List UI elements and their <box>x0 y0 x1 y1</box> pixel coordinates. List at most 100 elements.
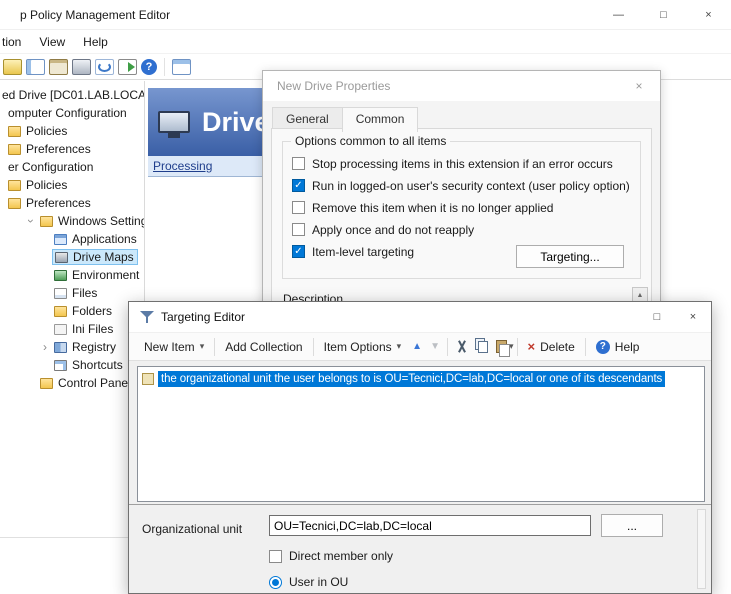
close-button[interactable]: × <box>686 0 731 30</box>
checkbox[interactable]: ✓ <box>292 179 305 192</box>
tree-item-user-configuration[interactable]: er Configuration <box>0 158 144 176</box>
item-options-button[interactable]: Item Options ▾ <box>317 336 409 358</box>
clipboard-icon[interactable] <box>49 59 68 75</box>
tree-item-files[interactable]: Files <box>0 284 144 302</box>
add-collection-label: Add Collection <box>225 340 302 354</box>
menu-help[interactable]: Help <box>74 32 117 52</box>
targeting-toolbar: New Item ▾ Add Collection Item Options ▾… <box>129 333 711 361</box>
minimize-button[interactable]: — <box>596 0 641 30</box>
folder-icon <box>8 144 21 155</box>
user-in-ou-option[interactable]: User in OU <box>269 575 348 589</box>
maximize-icon: □ <box>660 9 667 21</box>
option-label: Apply once and do not reapply <box>312 223 474 237</box>
targeting-button[interactable]: Targeting... <box>516 245 624 268</box>
drive-monitor-icon <box>158 111 190 133</box>
radio-button[interactable] <box>269 576 282 589</box>
check-icon: ✓ <box>294 247 302 257</box>
tab-common[interactable]: Common <box>342 107 419 132</box>
maximize-button[interactable]: □ <box>641 0 686 30</box>
applications-icon <box>54 234 67 245</box>
move-up-icon[interactable]: ▲ <box>408 338 426 355</box>
checkbox[interactable]: ✓ <box>292 223 305 236</box>
tree-item-label: Preferences <box>26 142 91 156</box>
targeting-list-item[interactable]: the organizational unit the user belongs… <box>138 369 704 388</box>
add-collection-button[interactable]: Add Collection <box>218 336 309 358</box>
folder-icon <box>8 198 21 209</box>
files-icon <box>54 288 67 299</box>
form-scrollbar[interactable] <box>697 509 706 589</box>
tree-item-control-panel-settings[interactable]: Control Panel Sett <box>0 374 144 392</box>
paste-icon[interactable] <box>496 340 507 353</box>
checkbox[interactable]: ✓ <box>292 201 305 214</box>
tree-item-policies-user[interactable]: Policies <box>0 176 144 194</box>
chevron-down-icon: ▾ <box>397 341 402 352</box>
help-icon[interactable]: ? <box>141 59 157 75</box>
close-icon: × <box>635 79 642 93</box>
direct-member-only-option[interactable]: ✓ Direct member only <box>269 549 393 563</box>
targeting-titlebar: Targeting Editor □ × <box>129 302 711 332</box>
maximize-icon: □ <box>654 311 661 323</box>
folder-icon <box>40 378 53 389</box>
chevron-down-icon: ▾ <box>200 341 205 352</box>
props-close-button[interactable]: × <box>618 71 660 101</box>
move-down-icon[interactable]: ▼ <box>426 338 444 355</box>
tree-scroll-divider <box>0 537 145 538</box>
delete-label: Delete <box>540 340 575 354</box>
organizational-unit-input[interactable] <box>269 515 591 536</box>
tree-item-policies-computer[interactable]: Policies <box>0 122 144 140</box>
view-options-icon[interactable] <box>172 59 191 75</box>
menu-action[interactable]: tion <box>0 32 30 52</box>
print-icon[interactable] <box>72 59 91 75</box>
user-in-ou-label: User in OU <box>289 575 348 589</box>
console-tree-icon[interactable] <box>26 59 45 75</box>
option-remove-when-not-applied[interactable]: ✓ Remove this item when it is no longer … <box>292 201 640 214</box>
tree-item-shortcuts[interactable]: Shortcuts <box>0 356 144 374</box>
direct-member-label: Direct member only <box>289 549 393 563</box>
close-button[interactable]: × <box>675 302 711 332</box>
checkbox[interactable]: ✓ <box>292 157 305 170</box>
option-stop-processing[interactable]: ✓ Stop processing items in this extensio… <box>292 157 640 170</box>
targeting-items-list[interactable]: the organizational unit the user belongs… <box>137 366 705 502</box>
tree-item-preferences-computer[interactable]: Preferences <box>0 140 144 158</box>
processing-link[interactable]: Processing <box>153 159 212 173</box>
tree-item-root-gpo[interactable]: ed Drive [DC01.LAB.LOCA <box>0 86 144 104</box>
folder-icon <box>40 216 53 227</box>
option-run-in-user-context[interactable]: ✓ Run in logged-on user's security conte… <box>292 179 640 192</box>
tree-item-ini-files[interactable]: Ini Files <box>0 320 144 338</box>
help-label: Help <box>615 340 640 354</box>
cut-icon[interactable] <box>455 340 468 353</box>
option-label: Remove this item when it is no longer ap… <box>312 201 553 215</box>
tree-item-windows-settings[interactable]: › Windows Settings <box>0 212 144 230</box>
navigate-icon[interactable] <box>3 59 22 75</box>
help-button[interactable]: ? Help <box>589 336 647 358</box>
tree-item-folders[interactable]: Folders <box>0 302 144 320</box>
ini-files-icon <box>54 324 67 335</box>
selected-highlight: Drive Maps <box>52 249 138 265</box>
export-list-icon[interactable] <box>118 59 137 75</box>
option-apply-once[interactable]: ✓ Apply once and do not reapply <box>292 223 640 236</box>
maximize-button[interactable]: □ <box>639 302 675 332</box>
console-tree-panel: ed Drive [DC01.LAB.LOCA omputer Configur… <box>0 81 145 594</box>
funnel-icon <box>140 310 154 324</box>
item-options-label: Item Options <box>324 340 392 354</box>
tree-item-registry[interactable]: › Registry <box>0 338 144 356</box>
help-icon: ? <box>596 340 610 354</box>
tree-item-computer-configuration[interactable]: omputer Configuration <box>0 104 144 122</box>
tree-item-environment[interactable]: Environment <box>0 266 144 284</box>
targeting-window-controls: □ × <box>639 302 711 332</box>
new-item-button[interactable]: New Item ▾ <box>137 336 211 358</box>
checkbox[interactable]: ✓ <box>292 245 305 258</box>
menu-view[interactable]: View <box>30 32 74 52</box>
window-title: p Policy Management Editor <box>20 8 170 22</box>
tree-item-preferences-user[interactable]: Preferences <box>0 194 144 212</box>
checkbox[interactable]: ✓ <box>269 550 282 563</box>
tree-item-drive-maps[interactable]: Drive Maps <box>0 248 144 266</box>
chevron-right-icon[interactable]: › <box>40 342 50 352</box>
refresh-icon[interactable] <box>95 59 114 75</box>
browse-button[interactable]: ... <box>601 514 663 537</box>
copy-icon[interactable] <box>478 341 488 353</box>
tree-item-applications[interactable]: Applications <box>0 230 144 248</box>
chevron-down-icon[interactable]: › <box>26 216 36 226</box>
delete-button[interactable]: × Delete <box>521 336 582 358</box>
folder-icon <box>8 180 21 191</box>
